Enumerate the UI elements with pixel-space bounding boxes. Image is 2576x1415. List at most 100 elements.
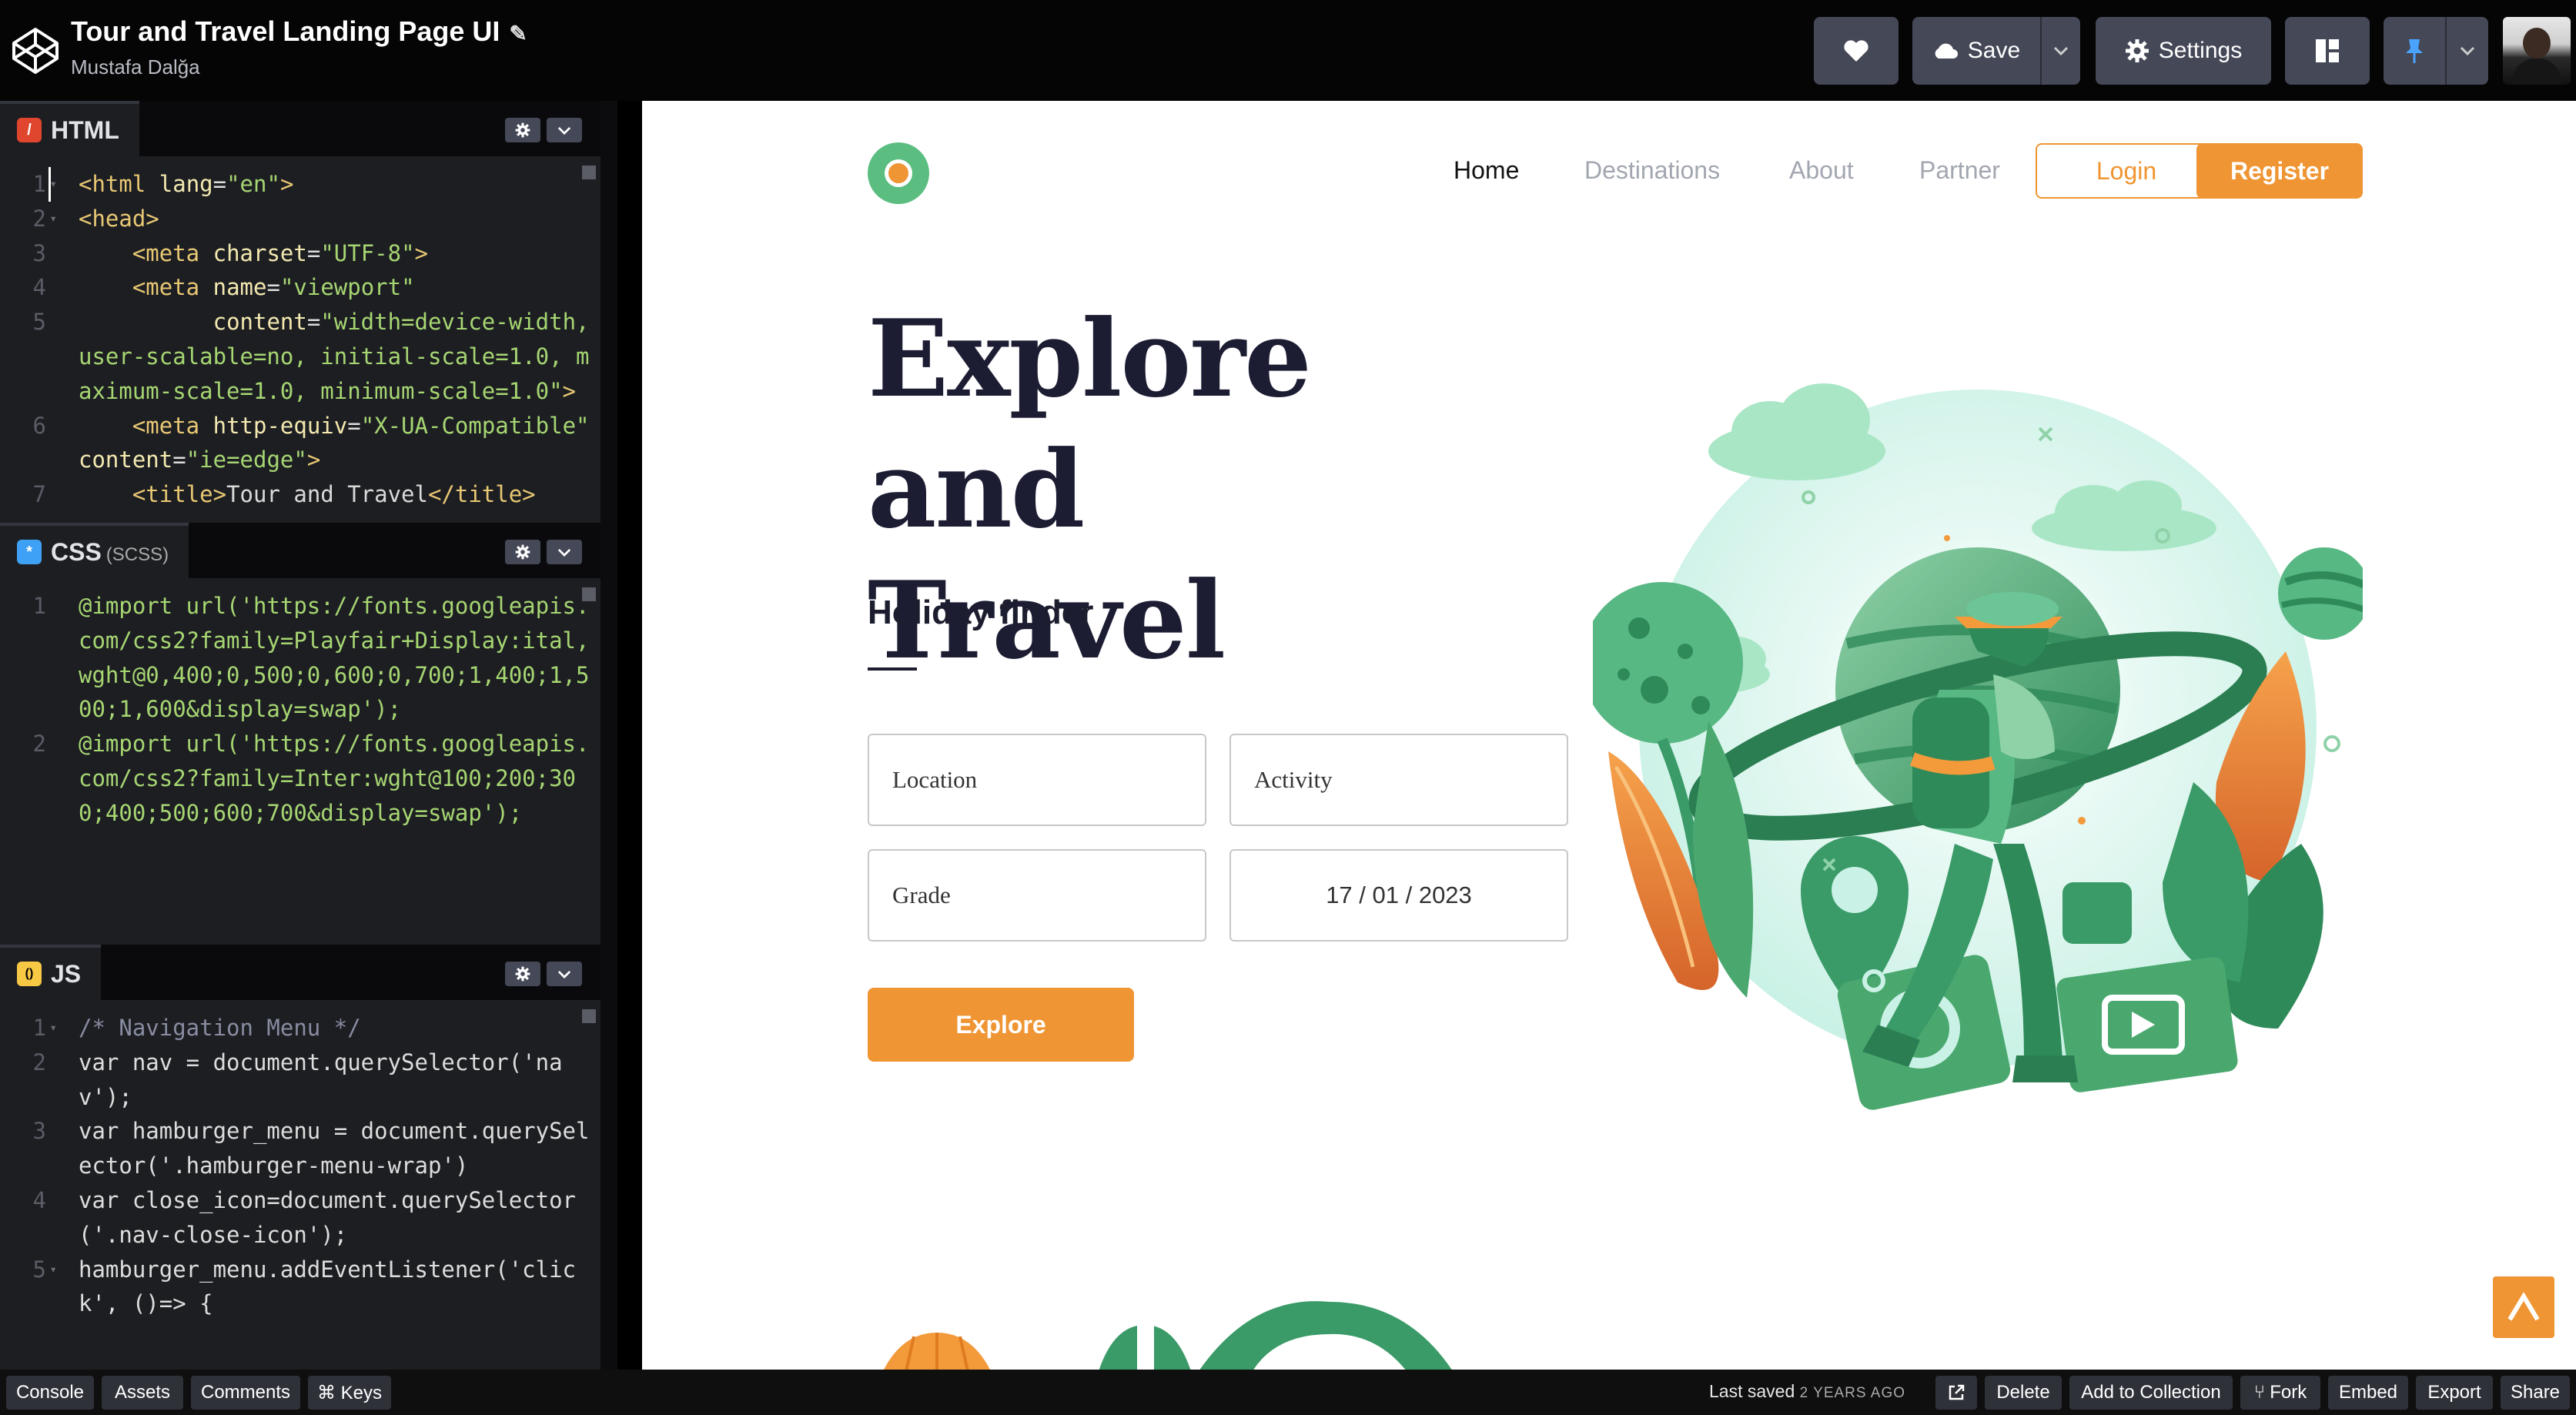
css-panel-header: * CSS (SCSS) bbox=[0, 523, 601, 578]
js-badge-icon: () bbox=[17, 962, 42, 986]
gear-icon bbox=[515, 544, 530, 560]
traveler-illustration bbox=[1593, 383, 2363, 1110]
open-external-button[interactable] bbox=[1935, 1376, 1977, 1410]
pen-title-text: Tour and Travel Landing Page UI bbox=[71, 15, 500, 47]
comments-button[interactable]: Comments bbox=[191, 1376, 300, 1410]
css-settings-button[interactable] bbox=[505, 540, 540, 564]
gear-icon bbox=[2125, 39, 2149, 62]
code-line: 2 @import url('https://fonts.googleapis.c… bbox=[32, 731, 590, 826]
code-line: 3 var hamburger_menu = document.querySele… bbox=[32, 1118, 590, 1179]
date-field[interactable]: 17 / 01 / 2023 bbox=[1229, 849, 1568, 942]
embed-button[interactable]: Embed bbox=[2328, 1376, 2408, 1410]
html-scrollbar[interactable] bbox=[582, 166, 596, 179]
chevron-up-icon bbox=[2507, 1292, 2540, 1321]
gear-icon bbox=[515, 966, 530, 982]
js-settings-button[interactable] bbox=[505, 962, 540, 986]
code-line: 2 var nav = document.querySelector('nav')… bbox=[32, 1049, 563, 1110]
assets-button[interactable]: Assets bbox=[102, 1376, 183, 1410]
html-settings-button[interactable] bbox=[505, 118, 540, 142]
hero-title-line: Explore and bbox=[868, 296, 1312, 552]
scroll-to-top-button[interactable] bbox=[2493, 1276, 2554, 1338]
pin-button[interactable] bbox=[2384, 17, 2445, 85]
nav-about[interactable]: About bbox=[1789, 156, 1854, 185]
location-field[interactable]: Location bbox=[868, 734, 1206, 826]
add-to-collection-button[interactable]: Add to Collection bbox=[2069, 1376, 2233, 1410]
external-link-icon bbox=[1949, 1384, 1965, 1400]
grade-field[interactable]: Grade bbox=[868, 849, 1206, 942]
heart-icon bbox=[1844, 40, 1868, 62]
code-line: 4 <meta name="viewport" bbox=[32, 274, 415, 301]
pen-title[interactable]: Tour and Travel Landing Page UI ✎ bbox=[71, 15, 527, 48]
js-tab[interactable]: () JS bbox=[0, 945, 102, 1000]
save-button[interactable]: Save bbox=[1912, 17, 2040, 85]
html-tab[interactable]: / HTML bbox=[0, 101, 139, 156]
code-line: 7 <title>Tour and Travel</title> bbox=[32, 481, 536, 508]
css-code[interactable]: 1 @import url('https://fonts.googleapis.c… bbox=[0, 578, 601, 945]
chevron-down-icon bbox=[557, 970, 571, 978]
js-code[interactable]: 1 ▾/* Navigation Menu */ 2 var nav = docum… bbox=[0, 1000, 601, 1370]
settings-label: Settings bbox=[2158, 38, 2243, 63]
site-logo[interactable] bbox=[868, 142, 929, 204]
html-badge-icon: / bbox=[17, 118, 42, 142]
editor-column: / HTML 1 ▾ <html lang="en"> 2 ▾ <head> 3 <me… bbox=[0, 101, 617, 1370]
user-avatar[interactable] bbox=[2503, 17, 2571, 85]
codepen-logo-icon[interactable] bbox=[11, 26, 60, 75]
code-line: 5 ▾ hamburger_menu.addEventListener('click… bbox=[32, 1256, 577, 1317]
chevron-down-icon bbox=[557, 548, 571, 557]
pen-author[interactable]: Mustafa Dalğa bbox=[71, 55, 200, 79]
settings-button[interactable]: Settings bbox=[2096, 17, 2271, 85]
code-line: 1 ▾/* Navigation Menu */ bbox=[32, 1015, 361, 1041]
code-line: 4 var close_icon=document.querySelector('… bbox=[32, 1186, 577, 1248]
export-button[interactable]: Export bbox=[2416, 1376, 2493, 1410]
register-button[interactable]: Register bbox=[2196, 143, 2363, 199]
code-line: 1 ▾ <html lang="en"> bbox=[0, 167, 601, 202]
console-button[interactable]: Console bbox=[6, 1376, 94, 1410]
holiday-finder-heading: Holiday finder bbox=[868, 594, 1094, 631]
chevron-down-icon bbox=[2460, 46, 2475, 55]
save-label: Save bbox=[1967, 38, 2021, 63]
nav-home[interactable]: Home bbox=[1454, 156, 1519, 185]
delete-button[interactable]: Delete bbox=[1985, 1376, 2062, 1410]
html-panel-title: HTML bbox=[51, 115, 119, 144]
js-panel-header: () JS bbox=[0, 945, 601, 1000]
layout-icon bbox=[2316, 39, 2339, 62]
chevron-down-icon bbox=[557, 126, 571, 135]
html-panel-header: / HTML bbox=[0, 101, 601, 156]
explore-button[interactable]: Explore bbox=[868, 988, 1134, 1062]
last-saved-status: Last saved 2 YEARS AGO bbox=[1709, 1381, 1906, 1401]
css-editor-panel: * CSS (SCSS) 1 @import url('https://fonts.… bbox=[0, 523, 601, 945]
fork-button[interactable]: ⑂ Fork bbox=[2240, 1376, 2320, 1410]
chevron-down-icon bbox=[2053, 46, 2069, 55]
cloud-icon bbox=[1935, 43, 1958, 59]
edit-pencil-icon[interactable]: ✎ bbox=[509, 21, 527, 46]
save-options-dropdown[interactable] bbox=[2042, 17, 2080, 85]
result-preview: Home Destinations About Partner Login Re… bbox=[642, 101, 2576, 1370]
js-collapse-button[interactable] bbox=[547, 962, 582, 986]
html-collapse-button[interactable] bbox=[547, 118, 582, 142]
gear-icon bbox=[515, 122, 530, 138]
activity-field[interactable]: Activity bbox=[1229, 734, 1568, 826]
nav-destinations[interactable]: Destinations bbox=[1584, 156, 1720, 185]
pin-options-dropdown[interactable] bbox=[2447, 17, 2488, 85]
fork-icon: ⑂ bbox=[2253, 1382, 2266, 1403]
js-scrollbar[interactable] bbox=[582, 1009, 596, 1023]
css-collapse-button[interactable] bbox=[547, 540, 582, 564]
section-preview-illustrations bbox=[884, 1301, 1452, 1370]
nav-partner[interactable]: Partner bbox=[1919, 156, 2000, 185]
change-view-button[interactable] bbox=[2285, 17, 2370, 85]
share-button[interactable]: Share bbox=[2501, 1376, 2570, 1410]
login-button[interactable]: Login bbox=[2036, 143, 2217, 199]
js-editor-panel: () JS 1 ▾/* Navigation Menu */ 2 var nav =… bbox=[0, 945, 601, 1370]
keys-button[interactable]: ⌘ Keys bbox=[308, 1376, 391, 1410]
heading-underline bbox=[868, 667, 917, 671]
code-line: 6 <meta http-equiv="X-UA-Compatible" con… bbox=[32, 412, 590, 473]
code-line: 1 @import url('https://fonts.googleapis.c… bbox=[32, 593, 590, 723]
css-scrollbar[interactable] bbox=[582, 587, 596, 601]
css-tab[interactable]: * CSS (SCSS) bbox=[0, 523, 189, 578]
resize-handle[interactable] bbox=[601, 101, 617, 1370]
css-panel-title: CSS (SCSS) bbox=[51, 537, 169, 566]
like-button[interactable] bbox=[1814, 17, 1899, 85]
css-badge-icon: * bbox=[17, 540, 42, 564]
html-editor-panel: / HTML 1 ▾ <html lang="en"> 2 ▾ <head> 3 <me… bbox=[0, 101, 601, 523]
html-code[interactable]: 1 ▾ <html lang="en"> 2 ▾ <head> 3 <meta char… bbox=[0, 156, 601, 523]
